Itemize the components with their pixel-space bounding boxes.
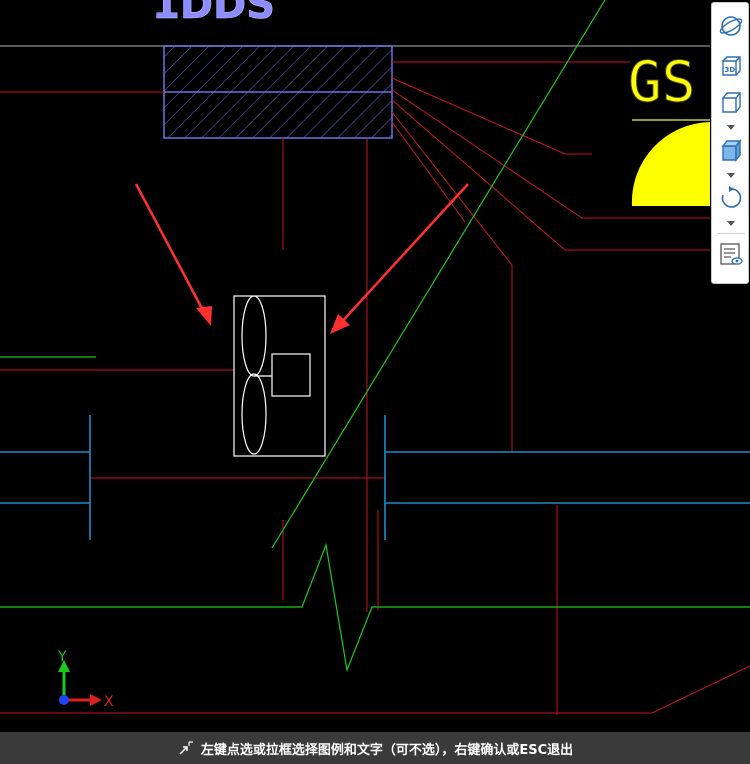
status-message: 左键点选或拉框选择图例和文字（可不选），右键确认或ESC退出 xyxy=(200,742,574,758)
3d-view-button[interactable]: 3D xyxy=(715,53,747,81)
red-pipes xyxy=(0,61,750,715)
layer-display-button[interactable] xyxy=(715,241,747,269)
svg-text:3D: 3D xyxy=(725,66,736,74)
select-cursor-icon xyxy=(179,741,193,755)
gs-label: GS xyxy=(628,50,695,115)
status-bar: 左键点选或拉框选择图例和文字（可不选），右键确认或ESC退出 xyxy=(0,732,750,764)
chevron-down-icon[interactable] xyxy=(726,123,736,131)
ucs-axes: Y X xyxy=(57,649,114,710)
toolbar-separator xyxy=(717,233,745,234)
rotate-icon xyxy=(721,186,742,208)
orbit-button[interactable] xyxy=(715,13,747,41)
fan-unit-symbol[interactable] xyxy=(233,295,326,457)
rotate-button[interactable] xyxy=(715,185,747,213)
box-view-icon xyxy=(722,92,741,113)
top-drawing-label: 1DDS xyxy=(152,0,275,28)
gs-symbol[interactable]: GS xyxy=(628,50,710,206)
orbit-icon xyxy=(719,16,743,36)
view-toolbar: 3D xyxy=(711,2,749,284)
chevron-down-icon[interactable] xyxy=(726,171,736,179)
x-axis-label: X xyxy=(104,694,114,710)
box-view-solid-button[interactable] xyxy=(715,137,747,165)
box-view-solid-icon xyxy=(721,139,742,162)
cad-drawing-canvas[interactable]: 1DDS GS Y X xyxy=(0,0,750,764)
layer-display-icon xyxy=(720,243,743,265)
chevron-down-icon[interactable] xyxy=(726,219,736,227)
y-axis-label: Y xyxy=(57,649,67,665)
annotation-arrows xyxy=(134,183,469,334)
3d-view-icon: 3D xyxy=(722,56,741,76)
box-view-button[interactable] xyxy=(715,89,747,117)
hatched-equipment-block[interactable] xyxy=(163,45,393,139)
